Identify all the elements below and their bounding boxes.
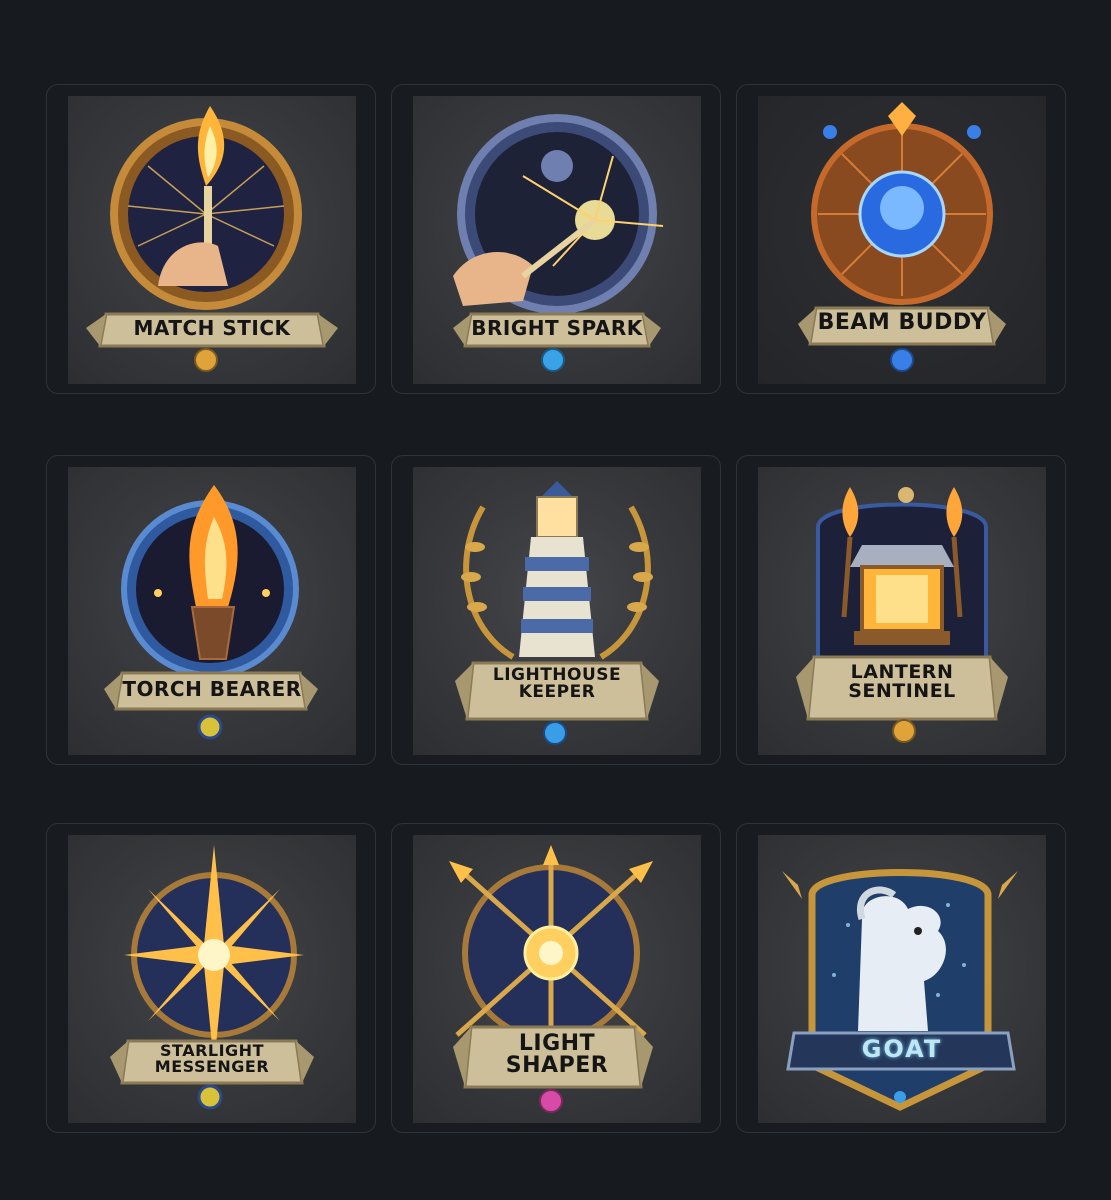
badge-title: LIGHT SHAPER	[413, 1033, 701, 1077]
goat-icon	[782, 869, 1018, 1111]
badge-card-match-stick[interactable]: MATCH STICK	[46, 84, 376, 394]
badge-title: BRIGHT SPARK	[471, 316, 643, 340]
badge-image: STARLIGHT MESSENGER	[68, 835, 356, 1123]
badge-card-torch-bearer[interactable]: TORCH BEARER	[46, 455, 376, 765]
badge-title: BEAM BUDDY	[817, 310, 987, 335]
badge-image: BRIGHT SPARK	[413, 96, 701, 384]
badge-card-bright-spark[interactable]: BRIGHT SPARK	[391, 84, 721, 394]
badge-title-line-2: KEEPER	[518, 682, 596, 702]
badge-image: LANTERN SENTINEL	[758, 467, 1046, 755]
badge-image: TORCH BEARER	[68, 467, 356, 755]
badge-title: TORCH BEARER	[122, 677, 302, 701]
badge-card-light-shaper[interactable]: LIGHT SHAPER	[391, 823, 721, 1133]
badge-card-starlight-messenger[interactable]: STARLIGHT MESSENGER	[46, 823, 376, 1133]
spark-wand-icon	[453, 114, 664, 372]
badge-grid: MATCH STICK BRIGHT SPARK BEAM BUDDY TORC…	[0, 0, 1111, 1200]
glowing-orb-icon	[798, 102, 1006, 372]
badge-image: GOAT	[758, 835, 1046, 1123]
torch-flame-icon	[104, 485, 318, 740]
badge-title-line-2: MESSENGER	[154, 1057, 270, 1076]
badge-image: BEAM BUDDY	[758, 96, 1046, 384]
badge-card-goat[interactable]: GOAT	[736, 823, 1066, 1133]
star-burst-icon	[110, 845, 314, 1110]
badge-title: MATCH STICK	[133, 316, 291, 340]
badge-card-lighthouse-keeper[interactable]: LIGHTHOUSE KEEPER	[391, 455, 721, 765]
badge-card-beam-buddy[interactable]: BEAM BUDDY	[736, 84, 1066, 394]
badge-card-lantern-sentinel[interactable]: LANTERN SENTINEL	[736, 455, 1066, 765]
badge-image: LIGHTHOUSE KEEPER	[413, 467, 701, 755]
sun-arrows-icon	[449, 845, 653, 1113]
badge-title-line-1: LIGHT	[518, 1031, 596, 1056]
lighthouse-icon	[455, 481, 659, 745]
badge-title-line-2: SENTINEL	[848, 680, 956, 702]
match-flame-icon	[86, 106, 338, 372]
badge-title: GOAT	[861, 1035, 943, 1063]
badge-image: LIGHT SHAPER	[413, 835, 701, 1123]
badge-title: LIGHTHOUSE KEEPER	[413, 667, 701, 701]
badge-title: STARLIGHT MESSENGER	[68, 1043, 356, 1075]
badge-image: MATCH STICK	[68, 96, 356, 384]
badge-title: LANTERN SENTINEL	[758, 663, 1046, 701]
badge-title-line-2: SHAPER	[505, 1053, 609, 1078]
lantern-icon	[796, 487, 1008, 743]
